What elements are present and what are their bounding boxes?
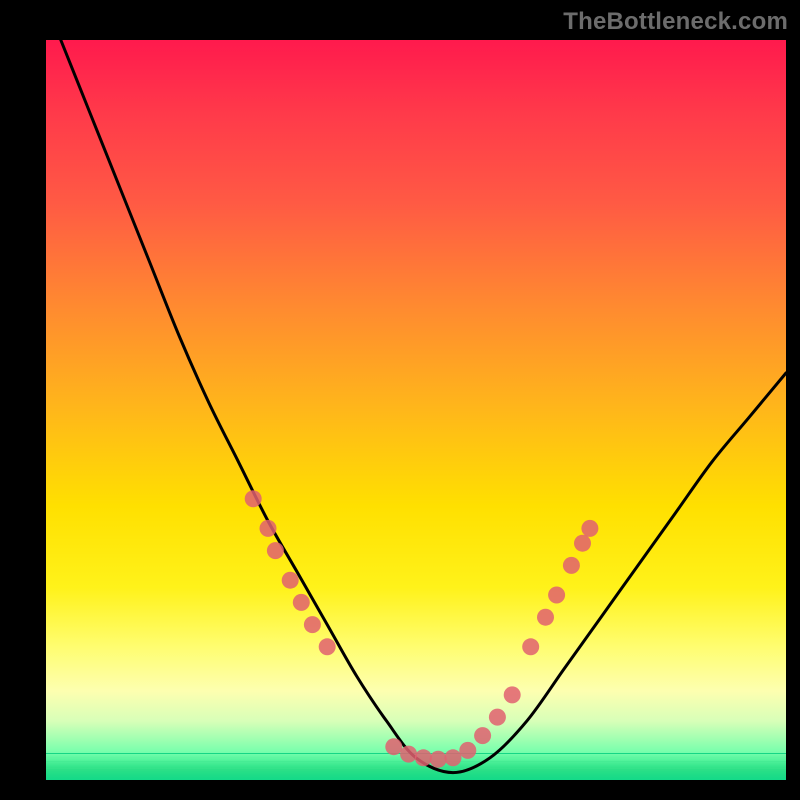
segment-dot: [245, 490, 262, 507]
segment-dot: [459, 742, 476, 759]
segment-dot: [293, 594, 310, 611]
curve-layer: [46, 40, 786, 780]
segment-dot: [319, 638, 336, 655]
chart-frame: TheBottleneck.com: [0, 0, 800, 800]
segment-dot: [267, 542, 284, 559]
segment-dot: [415, 749, 432, 766]
segment-dot: [385, 738, 402, 755]
segment-dot: [522, 638, 539, 655]
segment-dot: [563, 557, 580, 574]
bottleneck-curve: [61, 40, 786, 773]
segment-dot: [581, 520, 598, 537]
segment-dot: [282, 572, 299, 589]
segment-dot: [504, 686, 521, 703]
segment-dots: [245, 490, 599, 767]
watermark-text: TheBottleneck.com: [563, 8, 788, 36]
segment-dot: [430, 751, 447, 768]
segment-dot: [548, 587, 565, 604]
segment-dot: [574, 535, 591, 552]
segment-dot: [400, 746, 417, 763]
segment-dot: [445, 749, 462, 766]
segment-dot: [260, 520, 277, 537]
segment-dot: [489, 709, 506, 726]
segment-dot: [304, 616, 321, 633]
plot-area: [46, 40, 786, 780]
segment-dot: [474, 727, 491, 744]
segment-dot: [537, 609, 554, 626]
